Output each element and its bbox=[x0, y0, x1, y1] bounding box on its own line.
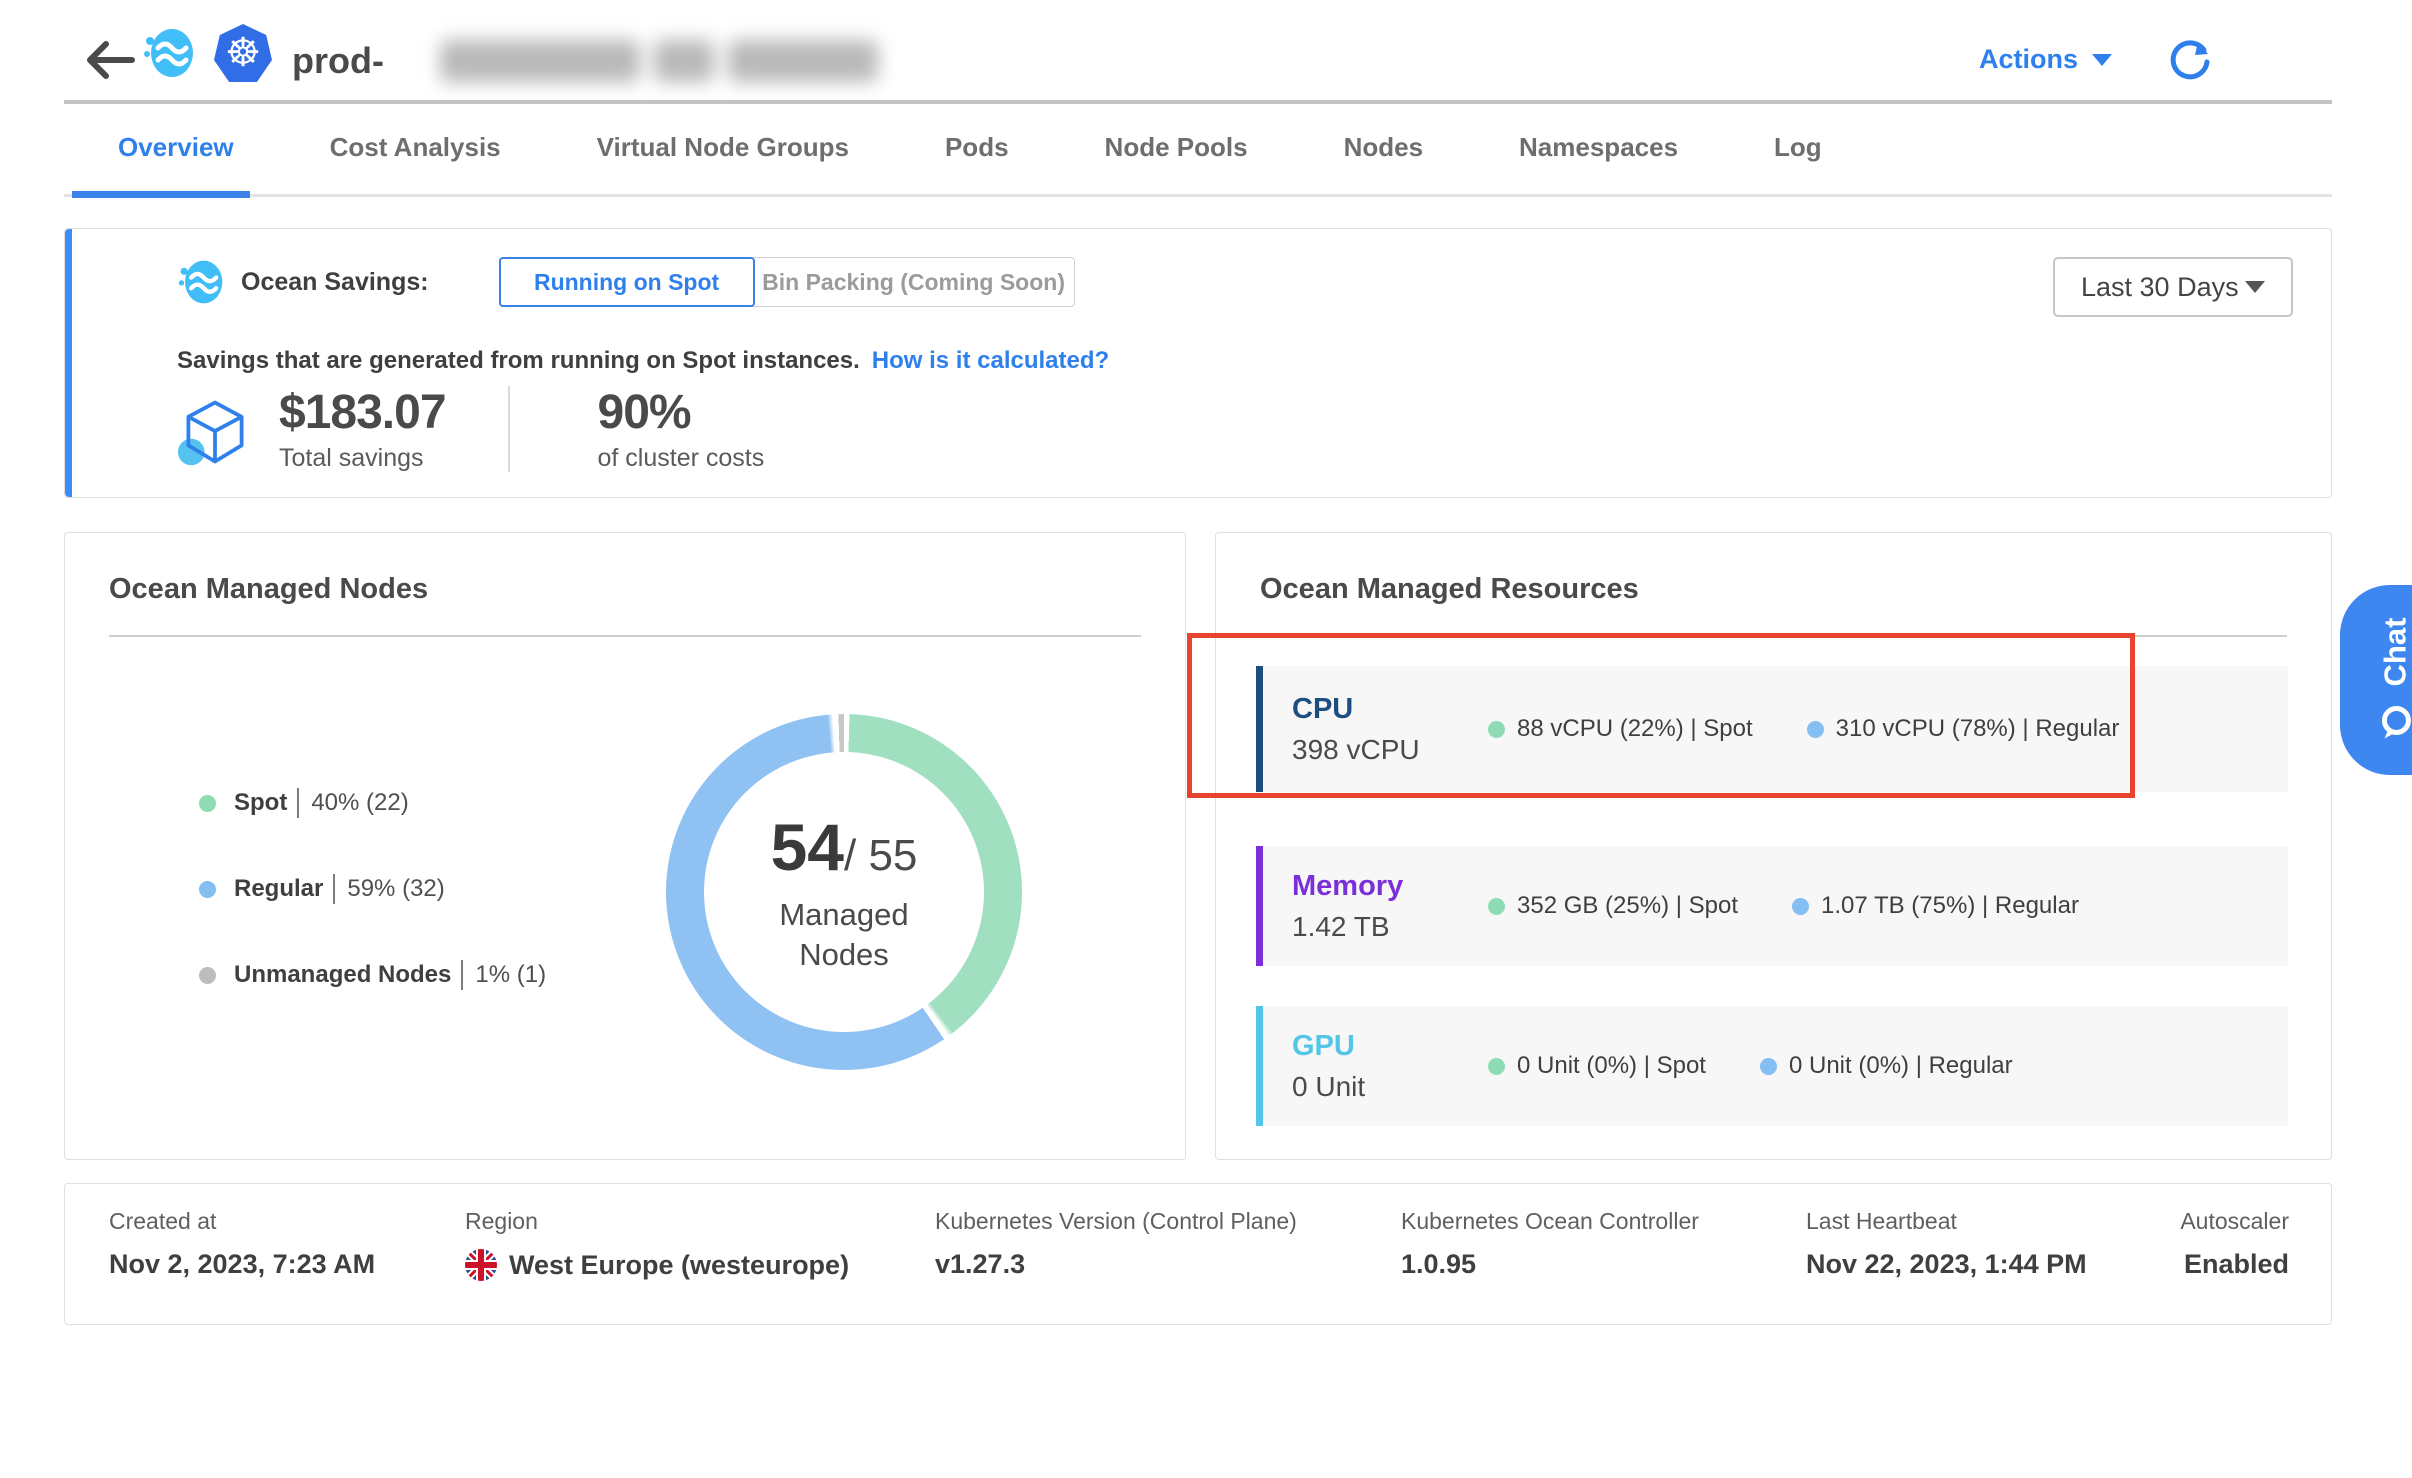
resource-row-memory: Memory 1.42 TB 352 GB (25%) | Spot 1.07 … bbox=[1256, 846, 2288, 966]
uk-flag-icon bbox=[465, 1249, 497, 1281]
legend-item-unmanaged: Unmanaged Nodes 1% (1) bbox=[199, 955, 546, 995]
memory-accent-bar bbox=[1256, 846, 1263, 966]
tab-overview[interactable]: Overview bbox=[118, 132, 234, 197]
cluster-title: prod- bbox=[292, 40, 384, 82]
cluster-name-redacted bbox=[440, 40, 910, 82]
ocean-logo-icon bbox=[142, 26, 196, 80]
legend-separator bbox=[297, 788, 299, 818]
cluster-cost-pct-value: 90% bbox=[598, 385, 765, 440]
chat-bubble-icon bbox=[2375, 702, 2412, 742]
legend-item-spot: Spot 40% (22) bbox=[199, 783, 546, 823]
unmanaged-dot-icon bbox=[199, 967, 216, 984]
managed-resources-title: Ocean Managed Resources bbox=[1260, 573, 1639, 606]
time-range-value: Last 30 Days bbox=[2081, 272, 2239, 303]
tab-namespaces[interactable]: Namespaces bbox=[1519, 132, 1678, 197]
chevron-down-icon bbox=[2245, 281, 2265, 293]
total-savings-label: Total savings bbox=[279, 444, 446, 473]
spot-dot-icon bbox=[1488, 898, 1505, 915]
managed-nodes-title: Ocean Managed Nodes bbox=[109, 573, 428, 606]
running-on-spot-toggle[interactable]: Running on Spot bbox=[499, 257, 755, 307]
cluster-info-bar: Created at Nov 2, 2023, 7:23 AM Region W… bbox=[64, 1183, 2332, 1325]
tab-nodes[interactable]: Nodes bbox=[1344, 132, 1423, 197]
ocean-managed-nodes-card: Ocean Managed Nodes Spot 40% (22) Regula… bbox=[64, 532, 1186, 1160]
banner-accent-stripe bbox=[65, 229, 72, 497]
time-range-select[interactable]: Last 30 Days bbox=[2053, 257, 2293, 317]
legend-separator bbox=[461, 960, 463, 990]
ocean-savings-banner: Ocean Savings: Running on Spot Bin Packi… bbox=[64, 228, 2332, 498]
gpu-regular-detail: 0 Unit (0%) | Regular bbox=[1760, 1052, 2013, 1080]
memory-total-value: 1.42 TB bbox=[1292, 911, 1472, 943]
info-last-heartbeat: Last Heartbeat Nov 22, 2023, 1:44 PM bbox=[1806, 1208, 2087, 1280]
annotation-highlight-box bbox=[1187, 633, 2135, 798]
tabbar-border bbox=[64, 194, 2332, 197]
legend-item-regular: Regular 59% (32) bbox=[199, 869, 546, 909]
total-savings-value: $183.07 bbox=[279, 385, 446, 440]
managed-nodes-count: 54/ 55 bbox=[771, 809, 918, 885]
tab-log[interactable]: Log bbox=[1774, 132, 1822, 197]
metric-divider bbox=[508, 386, 510, 472]
refresh-icon[interactable] bbox=[2168, 40, 2212, 84]
info-autoscaler: Autoscaler Enabled bbox=[2180, 1208, 2289, 1280]
savings-description: Savings that are generated from running … bbox=[177, 347, 1109, 375]
memory-regular-detail: 1.07 TB (75%) | Regular bbox=[1792, 892, 2079, 920]
legend-separator bbox=[333, 874, 335, 904]
bin-packing-toggle[interactable]: Bin Packing (Coming Soon) bbox=[753, 257, 1075, 307]
regular-dot-icon bbox=[1760, 1058, 1777, 1075]
ocean-cluster-overview-page: ☸ prod- Actions Overview Cost Analysis V… bbox=[0, 0, 2412, 1478]
managed-nodes-donut-chart: 54/ 55 Managed Nodes bbox=[666, 714, 1022, 1070]
tab-bar: Overview Cost Analysis Virtual Node Grou… bbox=[118, 132, 1822, 197]
info-region: Region West Europe (westeurope) bbox=[465, 1208, 849, 1281]
spot-dot-icon bbox=[199, 795, 216, 812]
kubernetes-logo-icon: ☸ bbox=[214, 24, 272, 82]
chevron-down-icon bbox=[2092, 54, 2112, 66]
nodes-legend: Spot 40% (22) Regular 59% (32) Unmanaged… bbox=[199, 783, 546, 1041]
info-ocean-controller: Kubernetes Ocean Controller 1.0.95 bbox=[1401, 1208, 1699, 1280]
gpu-spot-detail: 0 Unit (0%) | Spot bbox=[1488, 1052, 1706, 1080]
regular-dot-icon bbox=[199, 881, 216, 898]
ocean-managed-resources-card: Ocean Managed Resources CPU 398 vCPU 88 … bbox=[1215, 532, 2332, 1160]
tab-pods[interactable]: Pods bbox=[945, 132, 1009, 197]
card-divider bbox=[109, 635, 1141, 637]
ocean-savings-label: Ocean Savings: bbox=[241, 268, 429, 297]
actions-dropdown-button[interactable]: Actions bbox=[1979, 44, 2112, 75]
managed-nodes-caption: Managed Nodes bbox=[779, 895, 908, 976]
memory-label: Memory bbox=[1292, 870, 1472, 903]
spot-dot-icon bbox=[1488, 1058, 1505, 1075]
ocean-wave-icon bbox=[177, 258, 225, 306]
info-created-at: Created at Nov 2, 2023, 7:23 AM bbox=[109, 1208, 375, 1280]
chat-button[interactable]: Chat bbox=[2340, 585, 2412, 775]
how-calculated-link[interactable]: How is it calculated? bbox=[872, 347, 1109, 374]
memory-spot-detail: 352 GB (25%) | Spot bbox=[1488, 892, 1738, 920]
gpu-accent-bar bbox=[1256, 1006, 1263, 1126]
gpu-total-value: 0 Unit bbox=[1292, 1071, 1472, 1103]
header-divider bbox=[64, 100, 2332, 104]
cluster-cost-pct-label: of cluster costs bbox=[598, 444, 765, 473]
tab-virtual-node-groups[interactable]: Virtual Node Groups bbox=[597, 132, 849, 197]
tab-node-pools[interactable]: Node Pools bbox=[1105, 132, 1248, 197]
regular-dot-icon bbox=[1792, 898, 1809, 915]
savings-cube-icon bbox=[177, 395, 253, 471]
back-arrow-button[interactable] bbox=[84, 40, 136, 80]
active-tab-underline bbox=[72, 191, 250, 198]
actions-label: Actions bbox=[1979, 44, 2078, 75]
tab-cost-analysis[interactable]: Cost Analysis bbox=[330, 132, 501, 197]
savings-view-toggle: Running on Spot Bin Packing (Coming Soon… bbox=[499, 257, 1075, 307]
gpu-label: GPU bbox=[1292, 1030, 1472, 1063]
info-k8s-version: Kubernetes Version (Control Plane) v1.27… bbox=[935, 1208, 1297, 1280]
resource-row-gpu: GPU 0 Unit 0 Unit (0%) | Spot 0 Unit (0%… bbox=[1256, 1006, 2288, 1126]
chat-label: Chat bbox=[2377, 618, 2412, 687]
